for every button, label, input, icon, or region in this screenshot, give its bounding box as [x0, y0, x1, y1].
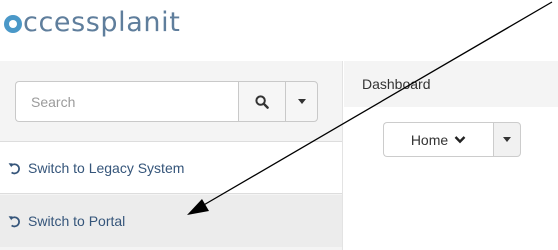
home-dropdown-label: Home — [410, 131, 449, 148]
search-input[interactable] — [15, 81, 238, 122]
search-button[interactable] — [238, 81, 285, 122]
breadcrumb-bar: Dashboard — [344, 61, 558, 107]
sidebar-search-group — [15, 81, 318, 122]
magnifier-icon — [255, 94, 269, 109]
search-options-dropdown-button[interactable] — [285, 81, 318, 122]
switch-to-portal-link[interactable]: Switch to Portal — [0, 195, 342, 247]
home-split-caret-button[interactable] — [493, 122, 521, 157]
switch-to-legacy-system-link[interactable]: Switch to Legacy System — [0, 142, 342, 194]
home-dropdown-button[interactable]: Home — [383, 122, 493, 157]
home-dropdown-group: Home — [383, 122, 521, 157]
undo-arrow-icon — [7, 161, 21, 175]
undo-arrow-icon — [7, 214, 21, 228]
access-circle-icon — [4, 15, 22, 33]
logo-text: ccessplanit — [23, 7, 181, 38]
chevron-down-icon — [454, 135, 466, 144]
app-screen: ccessplanit Switch to Le — [0, 0, 558, 250]
accessplanit-logo[interactable]: ccessplanit — [4, 8, 180, 38]
breadcrumb-dashboard[interactable]: Dashboard — [362, 76, 431, 92]
sidebar-item-label: Switch to Legacy System — [28, 159, 185, 176]
caret-down-icon — [503, 137, 511, 142]
caret-down-icon — [297, 99, 306, 104]
sidebar-item-label: Switch to Portal — [28, 213, 126, 229]
sidebar: Switch to Legacy System Switch to Portal — [0, 61, 343, 250]
